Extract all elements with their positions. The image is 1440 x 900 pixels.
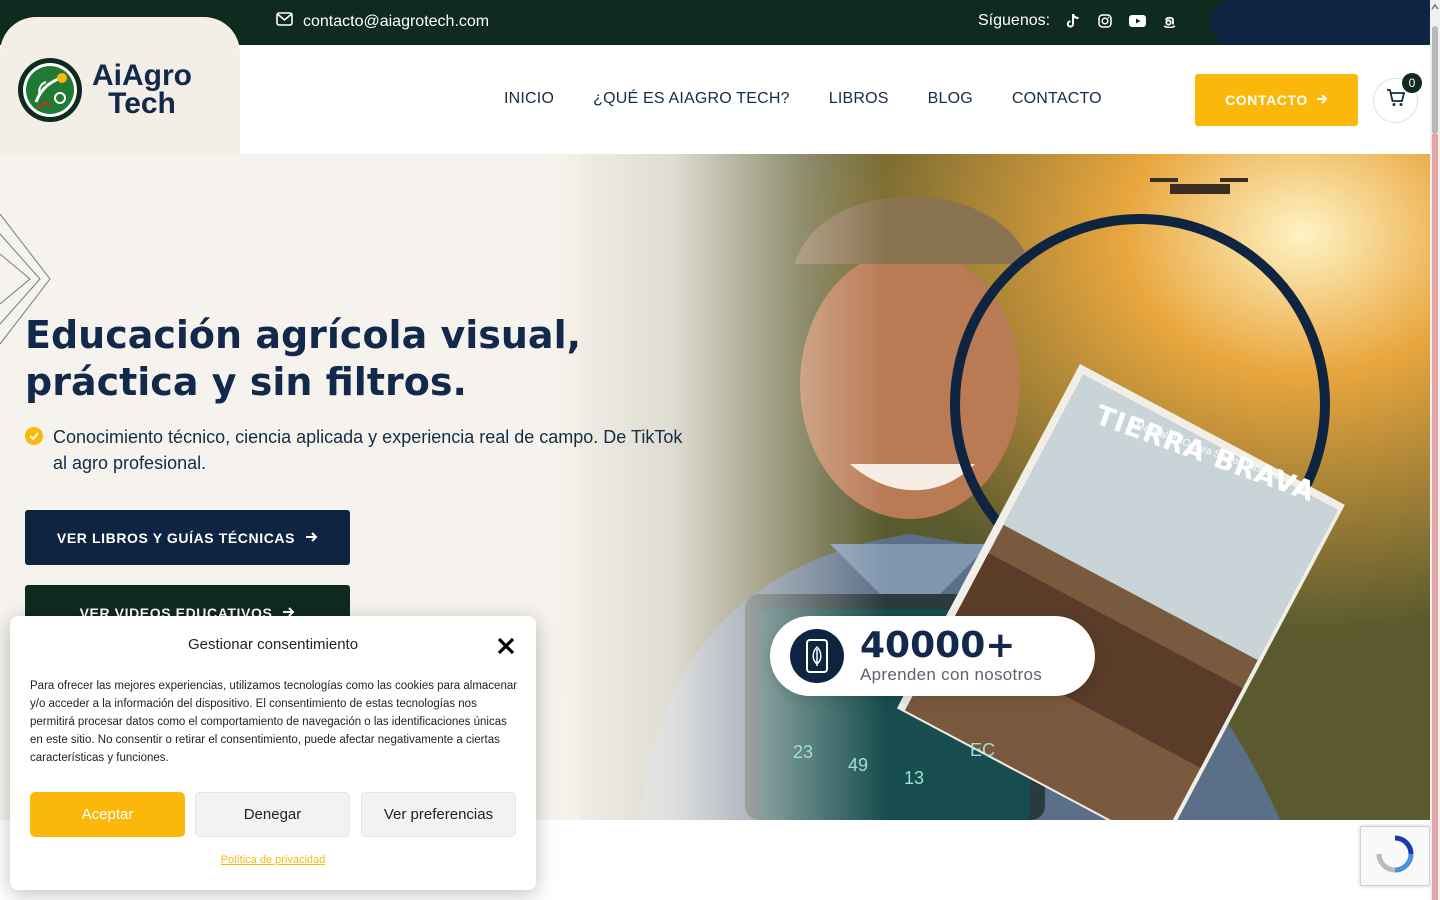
recaptcha-badge[interactable] [1360,826,1430,886]
topbar-email-link[interactable]: contacto@aiagrotech.com [276,12,489,31]
cookie-text: Para ofrecer las mejores experiencias, u… [30,680,518,764]
phone-leaf-icon [790,629,844,683]
logo-line-2: Tech [108,87,176,120]
view-books-button[interactable]: VER LIBROS Y GUÍAS TÉCNICAS [25,510,350,565]
recaptcha-icon [1375,834,1415,879]
youtube-icon[interactable] [1128,12,1146,30]
envelope-icon [276,12,293,31]
nav-item-que-es[interactable]: ¿QUÉ ES AIAGRO TECH? [593,90,790,108]
logo-text: AiAgro Tech [92,59,192,120]
topbar-social: Síguenos: [978,12,1178,30]
deny-button[interactable]: Denegar [195,792,350,837]
scroll-up-icon[interactable] [1431,2,1439,12]
logo-icon [18,58,82,122]
top-bar-accent [1210,0,1440,45]
tablet-reading-4: EC [970,740,996,760]
hero-title: Educación agrícola visual, práctica y si… [25,313,582,404]
contact-button[interactable]: CONTACTO [1195,74,1358,126]
tiktok-icon[interactable] [1064,12,1082,30]
tablet-reading-3: 13 [904,768,925,788]
privacy-policy-link[interactable]: Política de privacidad [10,854,536,866]
stat-label: Aprenden con nosotros [860,665,1043,684]
tablet-reading-1: 23 [793,742,814,762]
hero-bullet-text: Conocimiento técnico, ciencia aplicada y… [53,427,683,473]
contact-button-label: CONTACTO [1225,92,1308,108]
stat-text: 40000+ Aprenden con nosotros [860,627,1042,685]
nav-item-inicio[interactable]: INICIO [504,90,554,108]
cart-count-badge: 0 [1402,73,1422,93]
site-logo[interactable]: AiAgro Tech [16,56,192,124]
nav-item-libros[interactable]: LIBROS [829,90,889,108]
instagram-icon[interactable] [1096,12,1114,30]
cookie-consent-dialog: Gestionar consentimiento Para ofrecer la… [10,616,536,890]
amazon-icon[interactable] [1160,12,1178,30]
accept-button[interactable]: Aceptar [30,792,185,837]
tablet-reading-2: 49 [848,755,869,775]
close-icon[interactable] [496,636,516,656]
nav-item-blog[interactable]: BLOG [928,90,973,108]
preferences-button[interactable]: Ver preferencias [361,792,516,837]
cookie-title: Gestionar consentimiento [187,636,359,653]
check-icon [25,427,43,445]
topbar-email-text: contacto@aiagrotech.com [303,12,490,30]
hero-bullet: Conocimiento técnico, ciencia aplicada y… [25,424,695,476]
learners-stat-card: 40000+ Aprenden con nosotros [770,616,1095,696]
arrow-right-icon [1316,92,1328,108]
follow-label: Síguenos: [978,12,1051,29]
nav-item-contacto[interactable]: CONTACTO [1012,90,1102,108]
stat-number: 40000+ [860,625,1016,666]
view-books-label: VER LIBROS Y GUÍAS TÉCNICAS [56,529,296,546]
scrollbar-thumb[interactable] [1432,26,1438,134]
arrow-right-icon [305,530,318,546]
scrollbar-track-accent [1432,134,1438,900]
logo-line-1: AiAgro [92,59,192,92]
main-nav: INICIO ¿QUÉ ES AIAGRO TECH? LIBROS BLOG … [504,90,1102,108]
cart-icon [1386,89,1406,112]
